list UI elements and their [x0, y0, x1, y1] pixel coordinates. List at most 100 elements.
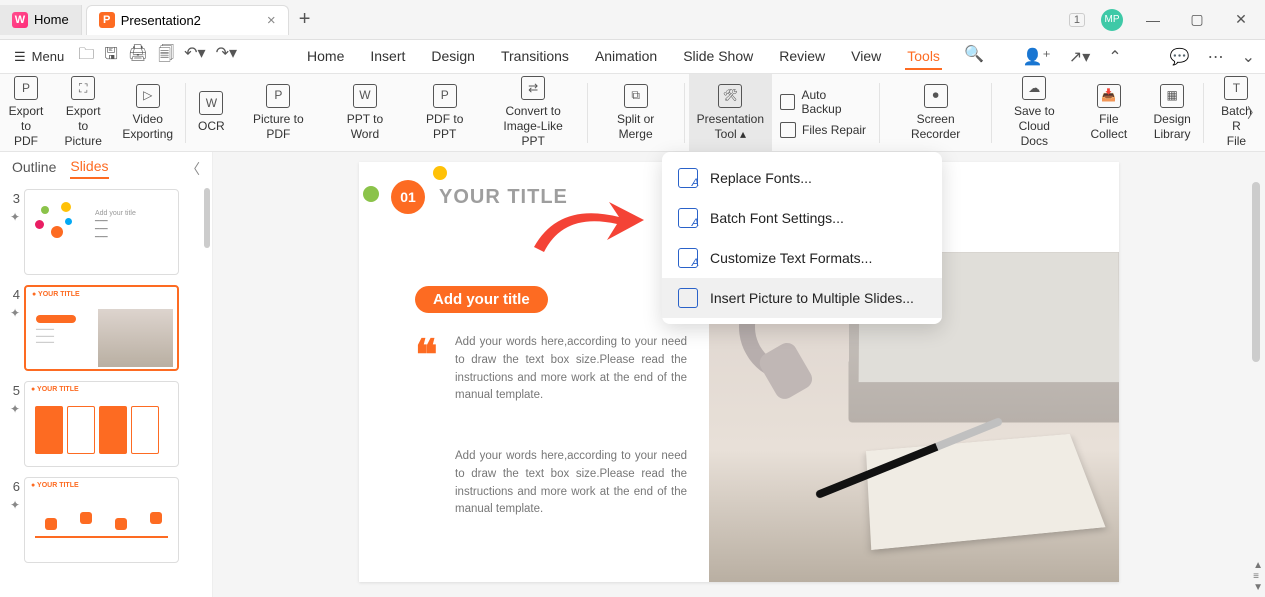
avatar[interactable]: MP: [1101, 9, 1123, 31]
presentation-tool-icon: 🛠: [718, 84, 742, 108]
export-to-pdf-button[interactable]: PExport to PDF: [0, 74, 52, 151]
replace-fonts-item[interactable]: Replace Fonts...: [662, 158, 942, 198]
share-icon[interactable]: ↗▾: [1069, 47, 1090, 67]
divider: [991, 83, 992, 143]
batch-icon: T: [1224, 76, 1248, 100]
screen-recorder-button[interactable]: ⏺Screen Recorder: [884, 74, 988, 151]
maximize-button[interactable]: ▢: [1183, 11, 1211, 28]
ribbon-options-icon[interactable]: ⌄: [1242, 47, 1255, 67]
export-to-picture-button[interactable]: ⛶Export to Picture: [52, 74, 114, 151]
text-format-icon: [678, 248, 698, 268]
undo-icon[interactable]: ↶▾: [184, 43, 205, 70]
collapse-ribbon-icon[interactable]: ⌃: [1108, 47, 1121, 67]
ppt-icon: P: [433, 84, 457, 108]
scroll-arrows[interactable]: ▲≡▼: [1253, 560, 1263, 593]
tab-insert[interactable]: Insert: [368, 44, 407, 70]
pdf-icon: P: [14, 76, 38, 100]
new-tab-button[interactable]: +: [299, 8, 311, 31]
tab-tools[interactable]: Tools: [905, 44, 942, 70]
tab-animation[interactable]: Animation: [593, 44, 659, 70]
divider: [1203, 83, 1204, 143]
animation-indicator-icon: ✦: [10, 306, 20, 320]
tab-review[interactable]: Review: [777, 44, 827, 70]
more-icon[interactable]: ⋯: [1208, 47, 1224, 67]
thumb-row: 5✦ ● YOUR TITLE: [2, 381, 206, 467]
divider: [185, 83, 186, 143]
divider: [684, 83, 685, 143]
menu-button[interactable]: ☰ Menu: [14, 49, 64, 65]
slide-thumbnail-3[interactable]: Add your title━━━━━━━━━: [24, 189, 179, 275]
minimize-button[interactable]: —: [1139, 12, 1167, 28]
tab-home[interactable]: W Home: [0, 5, 82, 35]
slides-tab[interactable]: Slides: [70, 158, 108, 179]
close-window-button[interactable]: ✕: [1227, 11, 1255, 28]
outline-tab[interactable]: Outline: [12, 159, 56, 178]
auto-backup-button[interactable]: Auto Backup: [780, 88, 867, 116]
insert-picture-multiple-item[interactable]: Insert Picture to Multiple Slides...: [662, 278, 942, 318]
presentation-tool-dropdown: Replace Fonts... Batch Font Settings... …: [662, 152, 942, 324]
tab-transitions[interactable]: Transitions: [499, 44, 571, 70]
quick-access-toolbar: 🗀 🖫 🖨 🗐 ↶▾ ↷▾: [78, 43, 237, 70]
split-merge-button[interactable]: ⧉Split or Merge: [592, 74, 680, 151]
redo-icon[interactable]: ↷▾: [216, 43, 237, 70]
convert-imagelike-button[interactable]: ⇄Convert to Image-Like PPT: [484, 74, 583, 151]
slide-number: 5: [13, 383, 20, 398]
slide-thumbnail-4[interactable]: ● YOUR TITLE ━━━━━━━━━━━━━━━━━━: [24, 285, 179, 371]
slide-number-badge: 01: [391, 180, 425, 214]
recorder-icon: ⏺: [924, 84, 948, 108]
scrollbar-thumb[interactable]: [1252, 182, 1260, 362]
canvas-scrollbar[interactable]: ▲≡▼: [1249, 152, 1263, 597]
photo-notebook: [866, 434, 1105, 550]
annotation-arrow-icon: [529, 192, 649, 262]
open-folder-icon[interactable]: 🗀: [78, 43, 94, 70]
save-icon[interactable]: 🖫: [104, 43, 118, 70]
print-icon[interactable]: 🖨: [128, 43, 148, 70]
cloud-icon: ☁: [1022, 76, 1046, 100]
slide-number: 3: [13, 191, 20, 206]
tab-slideshow[interactable]: Slide Show: [681, 44, 755, 70]
slide-thumbnail-5[interactable]: ● YOUR TITLE: [24, 381, 179, 467]
close-tab-icon[interactable]: ×: [267, 12, 276, 29]
ribbon-bar: ☰ Menu 🗀 🖫 🖨 🗐 ↶▾ ↷▾ Home Insert Design …: [0, 40, 1265, 74]
file-collect-button[interactable]: 📥File Collect: [1072, 74, 1145, 151]
add-title-pill: Add your title: [415, 286, 548, 313]
ocr-button[interactable]: WOCR: [190, 74, 233, 151]
slides-panel: Outline Slides 〈 3 ✦ Add your title━━━━━━…: [0, 152, 213, 597]
sidepanel-tabs: Outline Slides 〈: [0, 152, 212, 185]
customize-text-formats-item[interactable]: Customize Text Formats...: [662, 238, 942, 278]
sidepanel-scrollbar[interactable]: [204, 188, 210, 248]
files-repair-button[interactable]: Files Repair: [780, 122, 867, 138]
tab-home-label: Home: [34, 12, 69, 27]
video-exporting-button[interactable]: ▷Video Exporting: [114, 74, 181, 151]
picture-to-pdf-button[interactable]: PPicture to PDF: [233, 74, 324, 151]
slide-thumbnail-6[interactable]: ● YOUR TITLE: [24, 477, 179, 563]
batch-font-settings-item[interactable]: Batch Font Settings...: [662, 198, 942, 238]
thumb-row: 6✦ ● YOUR TITLE: [2, 477, 206, 563]
user-add-icon[interactable]: 👤⁺: [1022, 47, 1050, 67]
animation-indicator-icon: ✦: [10, 210, 20, 224]
tab-document[interactable]: P Presentation2 ×: [86, 5, 289, 35]
collapse-panel-icon[interactable]: 〈: [186, 159, 200, 179]
tab-view[interactable]: View: [849, 44, 883, 70]
ribbon-tabs: Home Insert Design Transitions Animation…: [305, 44, 984, 70]
presentation-tool-button[interactable]: 🛠Presentation Tool ▴: [689, 74, 772, 151]
tab-design[interactable]: Design: [429, 44, 477, 70]
insert-picture-icon: [678, 288, 698, 308]
titlebar: W Home P Presentation2 × + 1 MP — ▢ ✕: [0, 0, 1265, 40]
thumb-row: 3 ✦ Add your title━━━━━━━━━: [2, 189, 206, 275]
ppt-to-word-button[interactable]: WPPT to Word: [324, 74, 406, 151]
print-preview-icon[interactable]: 🗐: [158, 43, 174, 70]
search-icon[interactable]: 🔍: [964, 44, 984, 70]
backup-repair-group: Auto Backup Files Repair: [772, 88, 875, 138]
main-area: Outline Slides 〈 3 ✦ Add your title━━━━━━…: [0, 152, 1265, 597]
slide-thumbnails: 3✦ Add your title━━━━━━━━━ 4✦ ● YOUR TIT…: [0, 185, 212, 597]
comments-icon[interactable]: 💬: [1170, 47, 1190, 67]
convert-icon: ⇄: [521, 76, 545, 100]
design-library-button[interactable]: ▦Design Library: [1145, 74, 1198, 151]
window-count-badge[interactable]: 1: [1069, 13, 1085, 27]
menu-label: Menu: [32, 49, 65, 64]
toolbar-overflow-icon[interactable]: 〉: [1247, 103, 1261, 123]
tab-home-ribbon[interactable]: Home: [305, 44, 346, 70]
save-cloud-button[interactable]: ☁Save to Cloud Docs: [996, 74, 1072, 151]
pdf-to-ppt-button[interactable]: PPDF to PPT: [406, 74, 484, 151]
